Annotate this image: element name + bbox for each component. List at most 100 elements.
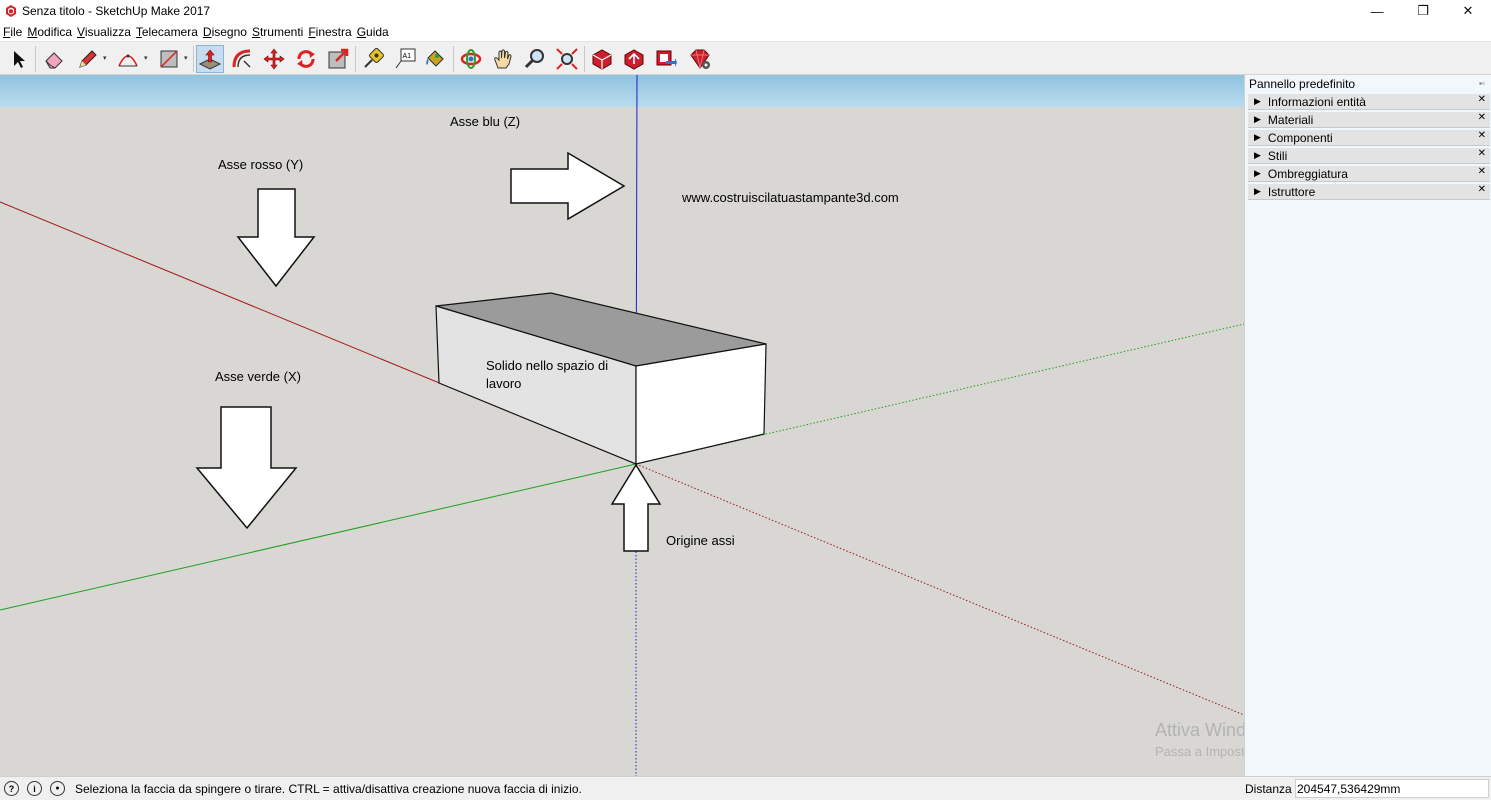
zoom-tool-button[interactable] (521, 45, 549, 73)
expand-triangle-icon: ▶ (1254, 114, 1261, 124)
geo-location-icon[interactable]: ? (4, 781, 19, 796)
tray-section-styles[interactable]: ▶ Stili ✕ (1248, 148, 1490, 164)
3d-warehouse-icon (592, 49, 612, 70)
tray-section-label: Informazioni entità (1267, 94, 1366, 109)
expand-triangle-icon: ▶ (1254, 132, 1261, 142)
expand-triangle-icon: ▶ (1254, 168, 1261, 178)
blue-axis-annotation: Asse blu (Z) (450, 114, 521, 129)
orbit-tool-icon (460, 49, 482, 69)
offset-tool-icon (232, 49, 251, 68)
tray-section-entity-info[interactable]: ▶ Informazioni entità ✕ (1248, 94, 1490, 110)
close-icon[interactable]: ✕ (1478, 112, 1486, 123)
origin-annotation: Origine assi (666, 533, 735, 548)
menu-disegno[interactable]: Disegno (203, 25, 247, 39)
scale-tool-icon (328, 48, 349, 69)
rectangle-tool-button[interactable] (155, 45, 183, 73)
tray-pin-icon[interactable]: ▪▫ (1479, 79, 1485, 88)
select-tool-icon (14, 51, 25, 68)
eraser-tool-icon (45, 52, 63, 69)
tray-section-instructor[interactable]: ▶ Istruttore ✕ (1248, 184, 1490, 200)
pencil-tool-button[interactable] (74, 45, 102, 73)
extension-manager-icon (690, 49, 710, 69)
menu-file[interactable]: File (3, 25, 22, 39)
close-icon[interactable]: ✕ (1478, 166, 1486, 177)
activation-watermark-title: Attiva Windows (1155, 720, 1244, 740)
pan-tool-button[interactable] (489, 45, 517, 73)
user-account-icon[interactable]: ● (50, 781, 65, 796)
maximize-button[interactable]: ❐ (1400, 0, 1446, 22)
close-icon[interactable]: ✕ (1478, 94, 1486, 105)
paint-bucket-tool-icon (426, 50, 444, 67)
extension-warehouse-button[interactable] (652, 45, 680, 73)
close-window-button[interactable]: ✕ (1445, 0, 1491, 22)
toolbar-separator (453, 46, 454, 72)
measurement-input[interactable]: 204547,536429mm (1295, 779, 1489, 798)
tray-section-materials[interactable]: ▶ Materiali ✕ (1248, 112, 1490, 128)
zoom-extents-tool-icon (556, 48, 578, 70)
scene-canvas[interactable] (0, 75, 1244, 776)
status-bar: ? i ● Seleziona la faccia da spingere o … (0, 776, 1491, 800)
rectangle-tool-icon (160, 50, 178, 68)
svg-text:A1: A1 (403, 53, 412, 60)
green-axis-annotation: Asse verde (X) (215, 369, 301, 384)
website-annotation: www.costruiscilatuastampante3d.com (682, 190, 899, 205)
red-axis-annotation: Asse rosso (Y) (218, 157, 304, 172)
menu-finestra[interactable]: Finestra (308, 25, 351, 39)
tray-section-label: Materiali (1267, 112, 1314, 127)
tape-measure-tool-button[interactable] (359, 45, 387, 73)
menu-visualizza[interactable]: Visualizza (77, 25, 131, 39)
eraser-tool-button[interactable] (40, 45, 68, 73)
orbit-tool-button[interactable] (457, 45, 485, 73)
tape-measure-tool-icon (364, 48, 384, 68)
toolbar-separator (193, 46, 194, 72)
arc-dropdown-arrow[interactable]: ▾ (144, 54, 148, 62)
move-tool-button[interactable] (260, 45, 288, 73)
text-tool-button[interactable]: A1 (391, 45, 419, 73)
rotate-tool-button[interactable] (292, 45, 320, 73)
text-tool-icon: A1 (395, 48, 416, 69)
zoom-extents-tool-button[interactable] (553, 45, 581, 73)
green-axis-arrow (195, 406, 298, 530)
default-tray-panel: Pannello predefinito ▪▫ ▶ Informazioni e… (1244, 75, 1491, 776)
modeling-viewport[interactable]: Asse blu (Z) Asse rosso (Y) www.costruis… (0, 75, 1244, 776)
menu-strumenti[interactable]: Strumenti (252, 25, 303, 39)
select-tool-button[interactable] (5, 45, 33, 73)
tray-section-label: Ombreggiatura (1267, 166, 1348, 181)
tray-section-label: Stili (1267, 148, 1288, 163)
tray-section-shadows[interactable]: ▶ Ombreggiatura ✕ (1248, 166, 1490, 182)
push-pull-tool-button[interactable] (196, 45, 224, 73)
blue-axis-arrow (510, 151, 626, 221)
menu-telecamera[interactable]: Telecamera (136, 25, 198, 39)
menu-guida[interactable]: Guida (357, 25, 389, 39)
minimize-button[interactable]: — (1354, 0, 1400, 22)
red-axis-arrow (236, 188, 316, 288)
arc-tool-button[interactable] (114, 45, 142, 73)
toolbar-separator (355, 46, 356, 72)
instructor-info-icon[interactable]: i (27, 781, 42, 796)
menu-modifica[interactable]: Modifica (27, 25, 72, 39)
toolbar-separator (35, 46, 36, 72)
activation-watermark-subtitle: Passa a Impostazioni per attivare Window… (1155, 744, 1244, 759)
arc-tool-icon (118, 54, 138, 67)
expand-triangle-icon: ▶ (1254, 96, 1261, 106)
rectangle-dropdown-arrow[interactable]: ▾ (184, 54, 188, 62)
expand-triangle-icon: ▶ (1254, 150, 1261, 160)
pencil-dropdown-arrow[interactable]: ▾ (103, 54, 107, 62)
window-title: Senza titolo - SketchUp Make 2017 (22, 4, 211, 18)
close-icon[interactable]: ✕ (1478, 130, 1486, 141)
tray-section-components[interactable]: ▶ Componenti ✕ (1248, 130, 1490, 146)
close-icon[interactable]: ✕ (1478, 148, 1486, 159)
tray-section-label: Istruttore (1267, 184, 1316, 199)
extension-manager-button[interactable] (686, 45, 714, 73)
paint-bucket-tool-button[interactable] (421, 45, 449, 73)
sketchup-app-icon (6, 5, 16, 17)
move-tool-icon (263, 48, 285, 70)
tray-title: Pannello predefinito (1249, 77, 1356, 91)
offset-tool-button[interactable] (228, 45, 256, 73)
3d-warehouse-button[interactable] (588, 45, 616, 73)
zoom-tool-icon (524, 49, 544, 69)
rotate-tool-icon (297, 50, 315, 68)
close-icon[interactable]: ✕ (1478, 184, 1486, 195)
share-model-button[interactable] (620, 45, 648, 73)
scale-tool-button[interactable] (324, 45, 352, 73)
